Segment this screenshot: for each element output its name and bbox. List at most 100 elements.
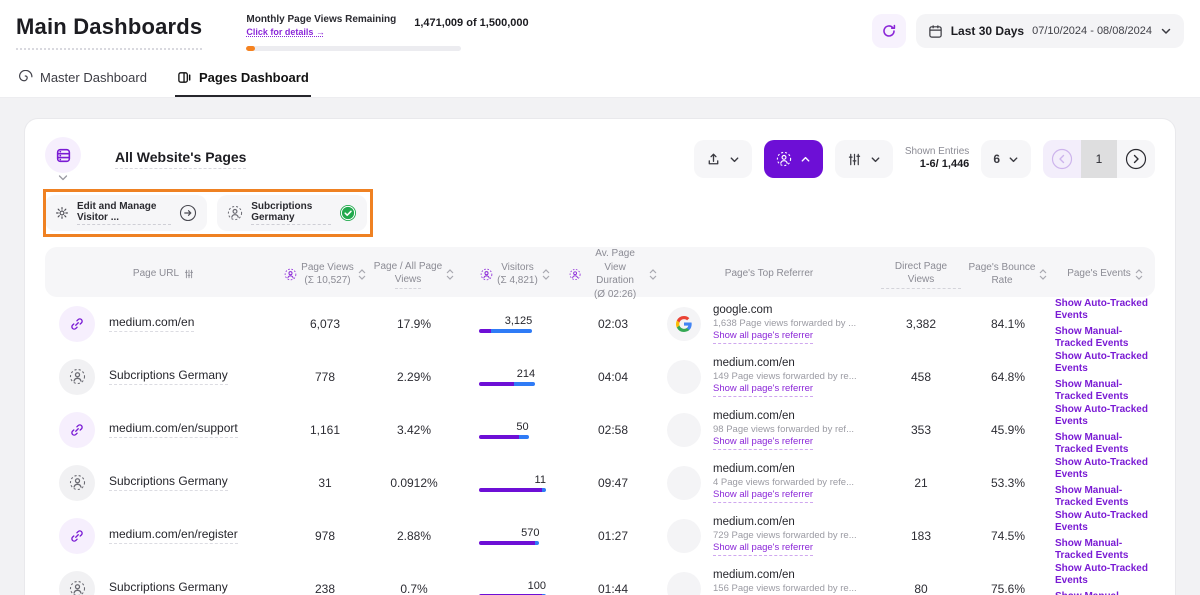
show-manual-tracked-events-link[interactable]: Show Manual-Tracked Events <box>1055 326 1155 350</box>
edit-visitor-chip[interactable]: Edit and Manage Visitor ... <box>45 195 207 231</box>
calendar-icon <box>928 24 943 39</box>
page-url[interactable]: Subcriptions Germany <box>109 580 228 595</box>
show-all-referrers-link[interactable]: Show all page's referrer <box>713 489 813 503</box>
show-all-referrers-link[interactable]: Show all page's referrer <box>713 383 813 397</box>
show-auto-tracked-events-link[interactable]: Show Auto-Tracked Events <box>1055 457 1155 481</box>
show-auto-tracked-events-link[interactable]: Show Auto-Tracked Events <box>1055 563 1155 587</box>
table-row[interactable]: medium.com/en/register 978 2.88% 570 01:… <box>45 509 1155 562</box>
visitors-bar-purple <box>479 329 491 333</box>
page-url[interactable]: Subcriptions Germany <box>109 474 228 491</box>
show-manual-tracked-events-link[interactable]: Show Manual-Tracked Events <box>1055 485 1155 509</box>
table-row[interactable]: Subcriptions Germany 778 2.29% 214 04:04 <box>45 350 1155 403</box>
direct-views-value: 3,382 <box>881 317 961 331</box>
page-url[interactable]: medium.com/en/register <box>109 527 238 544</box>
avg-duration-value: 02:58 <box>569 423 657 437</box>
page-views-value: 238 <box>283 582 367 595</box>
table-row[interactable]: medium.com/en 6,073 17.9% 3,125 02:03 <box>45 297 1155 350</box>
show-manual-tracked-events-link[interactable]: Show Manual-Tracked Events <box>1055 379 1155 403</box>
date-range-picker[interactable]: Last 30 Days 07/10/2024 - 08/08/2024 <box>916 14 1184 48</box>
show-auto-tracked-events-link[interactable]: Show Auto-Tracked Events <box>1055 510 1155 534</box>
sort-icon[interactable] <box>542 269 550 280</box>
sort-icon[interactable] <box>358 269 366 280</box>
quota-details-link[interactable]: Click for details → <box>246 27 396 37</box>
visitors-bar: 50 <box>479 421 551 439</box>
page-views-value: 6,073 <box>283 317 367 331</box>
show-manual-tracked-events-link[interactable]: Show Manual-Tracked Events <box>1055 432 1155 456</box>
page-title: Main Dashboards <box>16 14 202 50</box>
date-preset-label: Last 30 Days <box>951 24 1024 38</box>
export-button[interactable] <box>694 140 752 178</box>
show-all-referrers-link[interactable]: Show all page's referrer <box>713 542 813 556</box>
page-url[interactable]: Subcriptions Germany <box>109 368 228 385</box>
avg-duration-value: 01:44 <box>569 582 657 595</box>
page-url[interactable]: medium.com/en <box>109 315 194 332</box>
referrer-name: medium.com/en <box>713 356 857 371</box>
col-events[interactable]: Page's Events <box>1055 267 1155 281</box>
direct-views-value: 80 <box>881 582 961 595</box>
show-auto-tracked-events-link[interactable]: Show Auto-Tracked Events <box>1055 404 1155 428</box>
table-row[interactable]: Subcriptions Germany 238 0.7% 100 01:44 <box>45 562 1155 595</box>
person-icon <box>59 571 95 595</box>
show-manual-tracked-events-link[interactable]: Show Manual-Tracked Events <box>1055 538 1155 562</box>
table-body: medium.com/en 6,073 17.9% 3,125 02:03 <box>45 297 1155 595</box>
data-source-selector[interactable] <box>45 137 81 181</box>
filter-columns-button[interactable] <box>835 140 893 178</box>
show-all-referrers-link[interactable]: Show all page's referrer <box>713 436 813 450</box>
page-url[interactable]: medium.com/en/support <box>109 421 238 438</box>
person-icon <box>480 268 493 281</box>
chevron-down-icon <box>870 154 881 165</box>
page-share-value: 0.0912% <box>367 476 461 490</box>
col-page-share[interactable]: Page / All PageViews <box>367 260 461 289</box>
show-auto-tracked-events-link[interactable]: Show Auto-Tracked Events <box>1055 298 1155 322</box>
referrer-detail: 4 Page views forwarded by refe... <box>713 477 854 489</box>
sort-icon[interactable] <box>446 269 454 280</box>
referrer-name: google.com <box>713 303 856 318</box>
chevron-down-icon <box>58 175 68 181</box>
sort-icon[interactable] <box>649 269 657 280</box>
visitors-bar-blue <box>535 541 539 545</box>
export-icon <box>706 152 721 167</box>
tab-master-dashboard[interactable]: Master Dashboard <box>16 61 149 97</box>
referrer-name: medium.com/en <box>713 568 857 583</box>
link-icon <box>59 518 95 554</box>
show-manual-tracked-events-link[interactable]: Show Manual-Tracked Events <box>1055 591 1155 595</box>
table-row[interactable]: Subcriptions Germany 31 0.0912% 11 09:47 <box>45 456 1155 509</box>
edit-visitor-label: Edit and Manage Visitor ... <box>77 201 171 225</box>
segment-label: Subcriptions Germany <box>251 201 331 225</box>
quota-widget: Monthly Page Views Remaining Click for d… <box>246 14 528 51</box>
person-icon <box>284 268 297 281</box>
segment-chip[interactable]: Subcriptions Germany <box>217 195 367 231</box>
shown-entries-label: Shown Entries <box>905 146 969 159</box>
show-auto-tracked-events-link[interactable]: Show Auto-Tracked Events <box>1055 351 1155 375</box>
visitors-bar-blue <box>514 382 536 386</box>
referrer-detail: 149 Page views forwarded by re... <box>713 371 857 383</box>
link-icon <box>59 306 95 342</box>
refresh-button[interactable] <box>872 14 906 48</box>
page-size-select[interactable]: 6 <box>981 140 1031 178</box>
visitor-segment-button[interactable] <box>764 140 823 178</box>
col-bounce-rate[interactable]: Page's BounceRate <box>961 261 1055 288</box>
direct-views-value: 353 <box>881 423 961 437</box>
sort-icon[interactable] <box>1039 269 1047 280</box>
person-icon <box>776 151 792 167</box>
pages-table-card: All Website's Pages <box>24 118 1176 595</box>
dashboard-tabs: Master Dashboard Pages Dashboard <box>0 61 1200 98</box>
col-page-url[interactable]: Page URL <box>45 267 283 281</box>
col-duration[interactable]: Av. Page ViewDuration(Ø 02:26) <box>569 247 657 301</box>
col-page-views[interactable]: Page Views(Σ 10,527) <box>283 261 367 288</box>
shown-entries-value: 1-6/ 1,446 <box>905 158 969 172</box>
current-page: 1 <box>1081 140 1117 178</box>
referrer-avatar <box>667 519 701 553</box>
visitors-bar: 3,125 <box>479 315 551 333</box>
tab-pages-dashboard[interactable]: Pages Dashboard <box>175 61 311 97</box>
page-views-value: 778 <box>283 370 367 384</box>
referrer-name: medium.com/en <box>713 515 857 530</box>
prev-page-button[interactable] <box>1043 140 1081 178</box>
sort-icon[interactable] <box>1135 269 1143 280</box>
show-all-referrers-link[interactable]: Show all page's referrer <box>713 330 813 344</box>
table-row[interactable]: medium.com/en/support 1,161 3.42% 50 02:… <box>45 403 1155 456</box>
person-icon <box>569 268 581 281</box>
chevron-down-icon <box>729 154 740 165</box>
col-visitors[interactable]: Visitors(Σ 4,821) <box>461 261 569 288</box>
next-page-button[interactable] <box>1117 140 1155 178</box>
